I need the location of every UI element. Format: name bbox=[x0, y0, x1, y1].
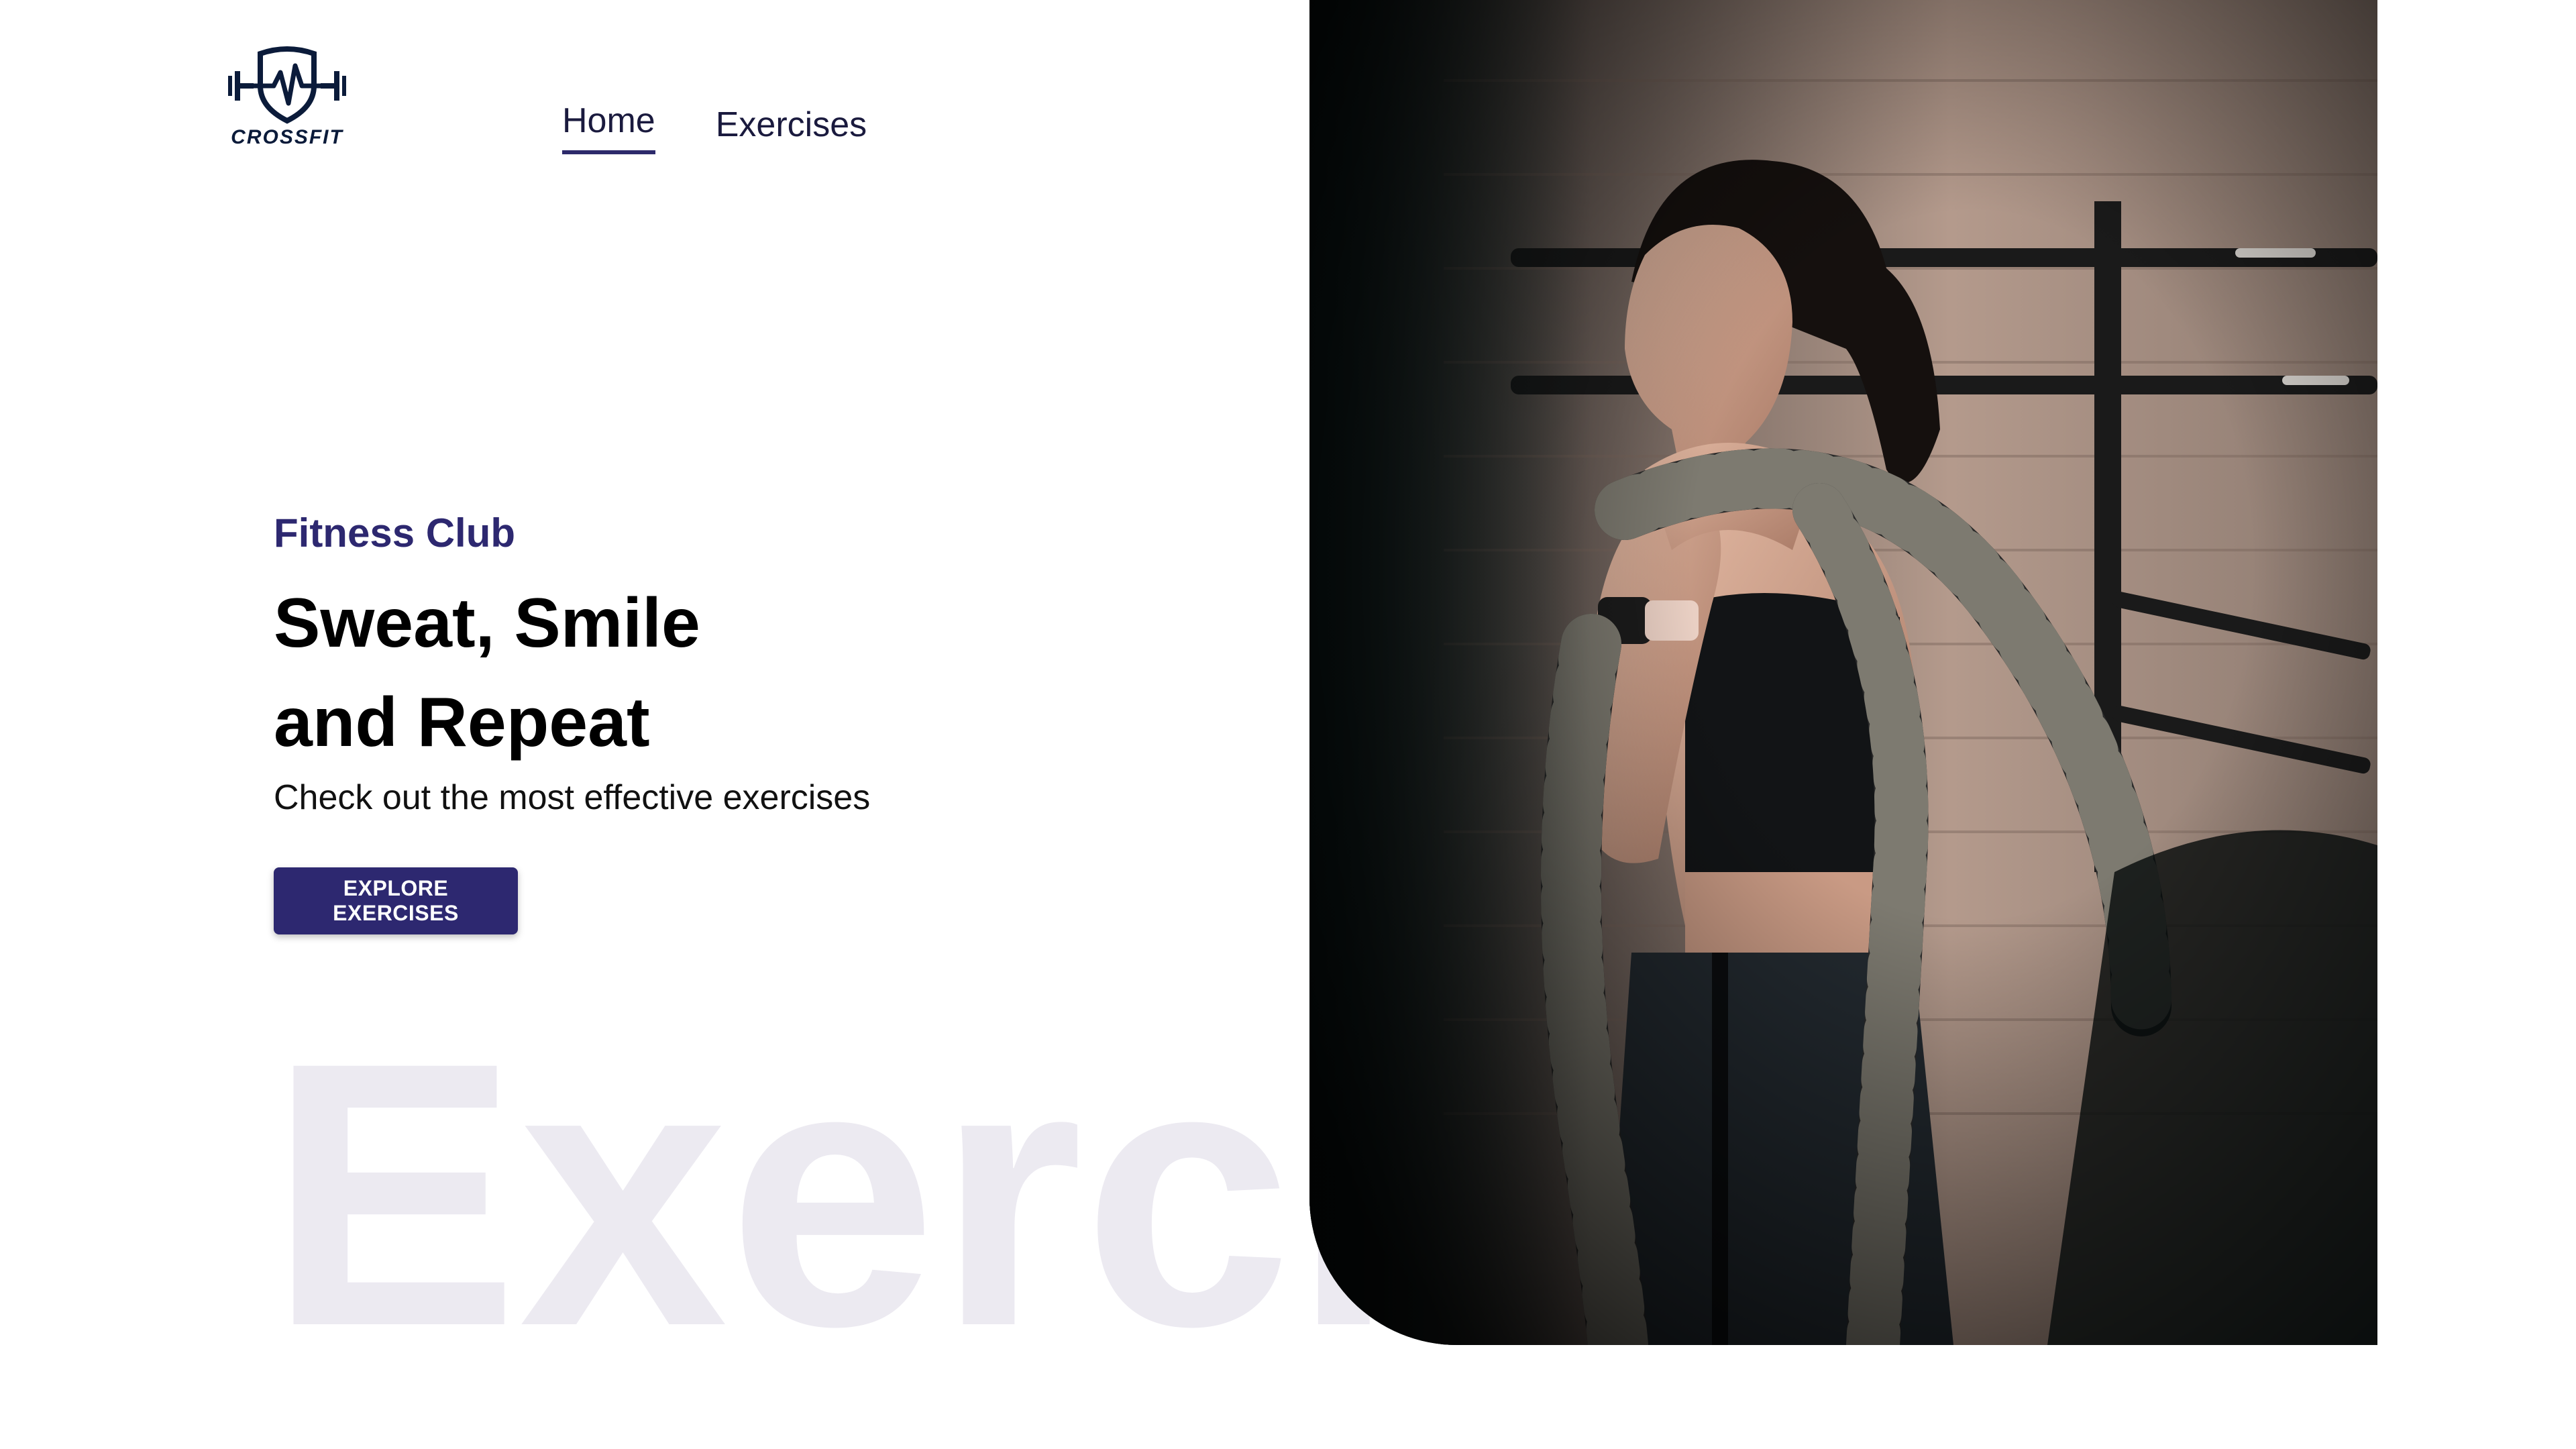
landing-page: CROSSFIT Home Exercises Exercis Fitness … bbox=[0, 0, 2576, 1449]
hero-headline-line-1: Sweat, Smile bbox=[274, 584, 700, 662]
main-nav: Home Exercises bbox=[562, 101, 867, 154]
brand-name: CROSSFIT bbox=[231, 126, 343, 148]
brand-logo[interactable]: CROSSFIT bbox=[227, 46, 347, 153]
hero-eyebrow: Fitness Club bbox=[274, 511, 516, 555]
explore-exercises-button[interactable]: EXPLORE EXERCISES bbox=[274, 867, 518, 934]
hero-subtitle: Check out the most effective exercises bbox=[274, 778, 871, 817]
nav-exercises-link[interactable]: Exercises bbox=[716, 105, 867, 154]
shield-heartbeat-barbell-icon bbox=[228, 46, 346, 124]
hero-headline-line-2: and Repeat bbox=[274, 684, 650, 761]
hero-headline: Sweat, Smile and Repeat bbox=[274, 574, 1213, 772]
hero-section: Fitness Club Sweat, Smile and Repeat Che… bbox=[274, 510, 1213, 818]
hero-photo bbox=[1309, 0, 2377, 1345]
woman-with-battle-rope-photo bbox=[1309, 0, 2377, 1345]
nav-home-link[interactable]: Home bbox=[562, 101, 655, 154]
